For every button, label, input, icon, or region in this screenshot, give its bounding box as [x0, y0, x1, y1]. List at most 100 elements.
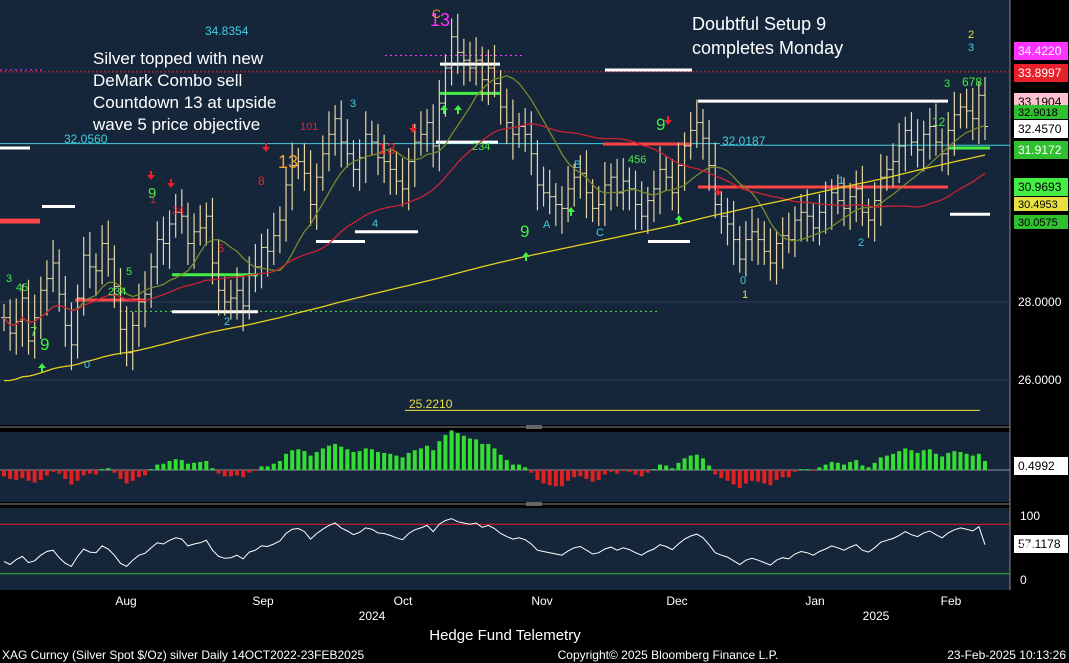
- price-tag-value: 32.4570: [1018, 122, 1062, 136]
- histogram-bar: [57, 470, 62, 474]
- demark-count: B: [574, 159, 581, 171]
- histogram-bar: [216, 470, 221, 474]
- histogram-bar: [302, 451, 307, 470]
- demark-count: A: [543, 219, 551, 231]
- histogram-bar: [425, 445, 430, 470]
- demark-count: 9: [656, 115, 665, 134]
- histogram-bar: [627, 470, 632, 472]
- histogram-bar: [161, 463, 166, 470]
- demark-count: 3: [6, 273, 12, 285]
- histogram-bar: [927, 449, 932, 470]
- histogram-bar: [339, 446, 344, 470]
- histogram-bar: [799, 469, 804, 470]
- histogram-bar: [492, 448, 497, 470]
- histogram-bar: [314, 452, 319, 470]
- histogram-bar: [388, 453, 393, 470]
- histogram-bar: [602, 470, 607, 475]
- histogram-bar: [100, 469, 105, 470]
- histogram-bar: [553, 470, 558, 487]
- demark-count: 101: [300, 121, 318, 133]
- histogram-bar: [743, 470, 748, 484]
- histogram-bar: [8, 470, 13, 479]
- level-label: 34.8354: [205, 24, 249, 38]
- demark-count: 1: [150, 194, 156, 206]
- histogram-bar: [658, 464, 663, 470]
- histogram-bar: [737, 470, 742, 488]
- demark-count: C: [596, 227, 604, 239]
- histogram-bar: [633, 470, 638, 475]
- histogram-bar: [584, 470, 589, 479]
- splitter-handle[interactable]: [526, 425, 542, 429]
- demark-count: 12: [932, 115, 946, 129]
- demark-count: 45: [16, 282, 28, 294]
- histogram-bar: [320, 448, 325, 470]
- histogram-bar: [676, 462, 681, 470]
- histogram-bar: [290, 450, 295, 470]
- price-tag-value: 30.4953: [1018, 199, 1058, 211]
- histogram-bar: [228, 470, 233, 477]
- histogram-bar: [848, 461, 853, 470]
- histogram-bar: [983, 461, 987, 470]
- histogram-bar: [921, 450, 926, 470]
- histogram-bar: [241, 470, 246, 478]
- price-tag-value: 32.9018: [1018, 107, 1058, 119]
- histogram-bar: [185, 463, 190, 470]
- histogram-bar: [69, 470, 74, 485]
- histogram-bar: [179, 460, 184, 470]
- histogram-bar: [376, 452, 381, 470]
- annotation-line: Silver topped with new: [93, 49, 264, 68]
- histogram-bar: [412, 450, 417, 470]
- histogram-bar: [688, 455, 693, 470]
- demark-count: 8: [258, 174, 265, 188]
- histogram-bar: [615, 470, 620, 474]
- histogram-bar: [829, 461, 834, 470]
- histogram-bar: [418, 448, 423, 470]
- histogram-bar: [639, 470, 644, 477]
- histogram-bar: [253, 470, 258, 471]
- histogram-bar: [431, 450, 436, 470]
- histogram-bar: [277, 461, 282, 470]
- demark-count: 13: [378, 141, 396, 158]
- histogram-bar: [541, 470, 546, 484]
- histogram-bar: [265, 466, 270, 470]
- histogram-bar: [63, 470, 68, 479]
- histogram-bar: [651, 469, 656, 470]
- histogram-bar: [841, 464, 846, 470]
- month-label: Jan: [805, 594, 824, 608]
- histogram-bar: [774, 470, 779, 480]
- price-tag-value: 31.9172: [1018, 143, 1062, 157]
- splitter-handle[interactable]: [526, 502, 542, 506]
- demark-count: 234: [108, 286, 126, 298]
- price-chart: 34.422033.899733.190432.457031.917230.96…: [0, 0, 1069, 663]
- histogram-bar: [173, 459, 178, 470]
- demark-count: 2: [858, 237, 864, 249]
- histogram-bar: [958, 452, 963, 470]
- histogram-bar: [26, 470, 31, 481]
- histogram-bar: [682, 458, 687, 470]
- year-label: 2025: [863, 609, 890, 623]
- demark-count: 1: [742, 289, 748, 301]
- histogram-bar: [964, 453, 969, 470]
- histogram-bar: [664, 465, 669, 470]
- demark-count: 1: [838, 175, 844, 187]
- histogram-bar: [860, 465, 865, 470]
- histogram-bar: [118, 470, 123, 479]
- histogram-bar: [535, 470, 540, 480]
- histogram-bar: [707, 465, 712, 470]
- osc-tick-label: 50: [1020, 540, 1034, 554]
- histogram-bar: [44, 470, 49, 476]
- annotation-line: DeMark Combo sell: [93, 71, 242, 90]
- histogram-bar: [247, 470, 252, 473]
- histogram-bar: [670, 468, 675, 470]
- copyright-label: Copyright© 2025 Bloomberg Finance L.P.: [558, 648, 779, 662]
- histogram-bar: [437, 441, 442, 470]
- histogram-bar: [357, 451, 362, 470]
- demark-count: 3: [968, 42, 974, 54]
- histogram-bar: [750, 470, 755, 481]
- histogram-bar: [811, 470, 816, 471]
- histogram-bar: [756, 470, 761, 482]
- histogram-bar: [621, 470, 626, 471]
- histogram-bar: [915, 452, 920, 470]
- timestamp-label: 23-Feb-2025 10:13:26: [947, 648, 1066, 662]
- histogram-bar: [884, 455, 889, 470]
